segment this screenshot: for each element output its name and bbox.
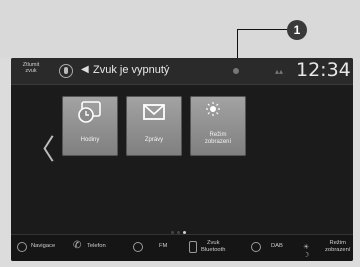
fm-icon <box>133 242 143 252</box>
clock-icon <box>78 101 101 123</box>
bottom-bluetooth-label: Zvuk Bluetooth <box>201 240 226 253</box>
tile-rezim-label-line2: zobrazení <box>204 139 232 145</box>
mute-sound-button[interactable]: Ztlumit zvuk <box>17 62 45 74</box>
callout-number: 1 <box>287 20 307 40</box>
bottom-dab-label: DAB <box>271 243 283 249</box>
clock-display: 12:34 <box>296 59 351 81</box>
tile-zpravy[interactable]: Zprávy <box>126 96 182 156</box>
infotainment-screen: Ztlumit zvuk ◀ Zvuk je vypnutý ▴▴ 12:34 … <box>11 58 353 261</box>
phone-icon: ✆ <box>73 240 82 251</box>
dab-icon <box>251 242 261 252</box>
bottom-bar: Navigace ✆ Telefon FM Zvuk Bluetooth DAB… <box>11 234 353 261</box>
envelope-icon <box>143 104 165 120</box>
tile-rezim-zobrazeni[interactable]: Režim zobrazení <box>190 96 246 156</box>
tile-rezim-label-line1: Režim <box>209 132 227 138</box>
mute-label-line2: zvuk <box>25 68 37 74</box>
status-text: Zvuk je vypnutý <box>93 64 170 76</box>
previous-page-arrow-icon[interactable]: 〈 <box>27 136 55 164</box>
callout-line-horizontal <box>237 29 287 30</box>
voice-command-icon[interactable] <box>59 64 73 78</box>
signal-icon: ▴▴ <box>275 67 284 76</box>
speaker-muted-icon: ◀ <box>81 64 89 75</box>
tile-hodiny-label: Hodiny <box>80 137 100 143</box>
tile-zpravy-label: Zprávy <box>144 137 164 143</box>
status-bar: Ztlumit zvuk ◀ Zvuk je vypnutý ▴▴ 12:34 <box>11 58 353 85</box>
bluetooth-icon <box>189 241 197 253</box>
day-night-icon <box>206 102 225 116</box>
bottom-telefon-label: Telefon <box>87 243 106 249</box>
status-indicator-icon <box>231 66 241 76</box>
bottom-bluetooth-line2: Bluetooth <box>201 246 226 253</box>
tile-hodiny[interactable]: Hodiny <box>62 96 118 156</box>
bottom-fm-label: FM <box>159 243 168 249</box>
bottom-rezim-line2: zobrazení <box>325 246 351 253</box>
navigation-icon <box>17 242 27 252</box>
day-night-icon: ☀☽ <box>303 244 310 259</box>
bottom-navigace-label: Navigace <box>31 243 56 249</box>
bottom-rezim-label: Režim zobrazení <box>325 240 350 253</box>
